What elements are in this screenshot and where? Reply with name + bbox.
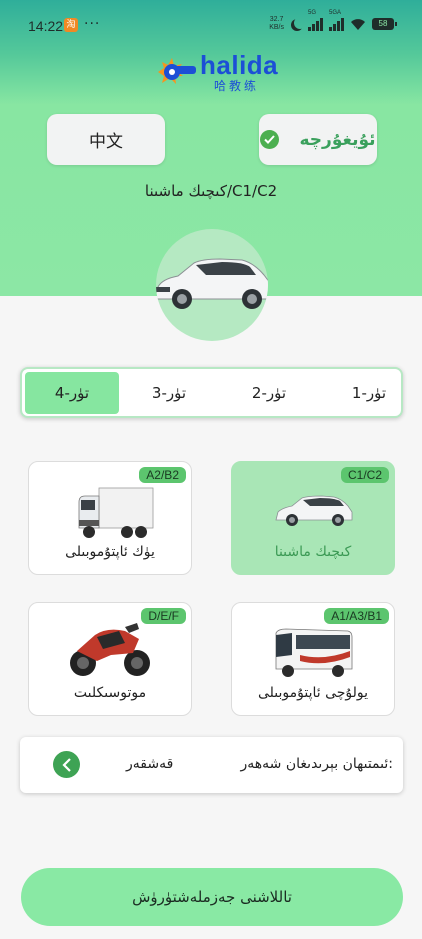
selected-vehicle-image [156,229,268,341]
exam-city-selector[interactable]: قەشقەر ئىمتىھان بېرىدىغان شەھەر: [20,737,403,793]
net-speed: 32.7 KB/s [269,16,284,31]
license-badge: A1/A3/B1 [324,608,389,624]
check-icon [260,130,280,149]
vehicle-card-motorcycle[interactable]: D/E/F موتوسىكلىت [28,602,192,716]
vehicle-card-car[interactable]: C1/C2 كىچىك ماشىنا [231,461,395,575]
tab-subject-2[interactable]: 2-تۈر [222,372,316,414]
bus-icon [275,628,353,677]
tab-subject-4[interactable]: 4-تۈر [25,372,119,414]
tab-subject-3[interactable]: 3-تۈر [122,372,216,414]
signal-icon: 5G [308,10,323,31]
status-time: 14:22 [28,18,64,34]
battery-icon: 58 [372,18,397,30]
license-badge: A2/B2 [139,467,186,483]
exam-city-value: قەشقەر [126,756,174,772]
language-chinese-label: 中文 [89,132,123,152]
more-notifications-icon: ··· [84,16,101,32]
vehicle-card-bus[interactable]: A1/A3/B1 يولۇچى ئاپتۇموبىلى [231,602,395,716]
vehicle-label: يولۇچى ئاپتۇموبىلى [257,685,369,701]
whistle-icon [158,58,196,84]
status-bar: 14:22 淘 ··· 32.7 KB/s 5G 5GA 58 [0,0,422,48]
language-chinese-button[interactable]: 中文 [47,114,165,165]
language-uyghur-button[interactable]: ئۇيغۇرچە [259,114,377,165]
license-type-title: كىچىك ماشىنا/C1/C2 [144,182,278,200]
vehicle-label: كىچىك ماشىنا [274,544,352,560]
truck-icon [78,487,154,538]
halida-logo: halida 哈教练 [148,50,288,94]
motorcycle-icon [70,623,150,676]
car-icon [275,495,353,526]
vehicle-label: يۈك ئاپتۇموبىلى [65,544,155,560]
status-icons: 32.7 KB/s 5G 5GA 58 [269,10,397,32]
wifi-icon [351,18,365,30]
license-badge: C1/C2 [340,467,389,483]
logo-subtitle: 哈教练 [214,79,260,93]
chevron-left-icon[interactable] [53,751,80,778]
exam-city-label: ئىمتىھان بېرىدىغان شەھەر: [240,756,393,772]
signal-icon-2: 5GA [329,10,344,31]
tab-subject-1[interactable]: 1-تۈر [322,372,416,414]
notification-app-icon: 淘 [64,18,78,32]
language-uyghur-label: ئۇيغۇرچە [299,129,376,150]
vehicle-card-truck[interactable]: A2/B2 يۈك ئاپتۇموبىلى [28,461,192,575]
car-icon [156,258,268,309]
confirm-selection-button[interactable]: تاللاشنى جەزملەشتۈرۈش [21,868,403,926]
do-not-disturb-icon [294,17,306,29]
subject-tabs: 1-تۈر 2-تۈر 3-تۈر 4-تۈر [20,367,403,418]
vehicle-label: موتوسىكلىت [73,685,147,701]
